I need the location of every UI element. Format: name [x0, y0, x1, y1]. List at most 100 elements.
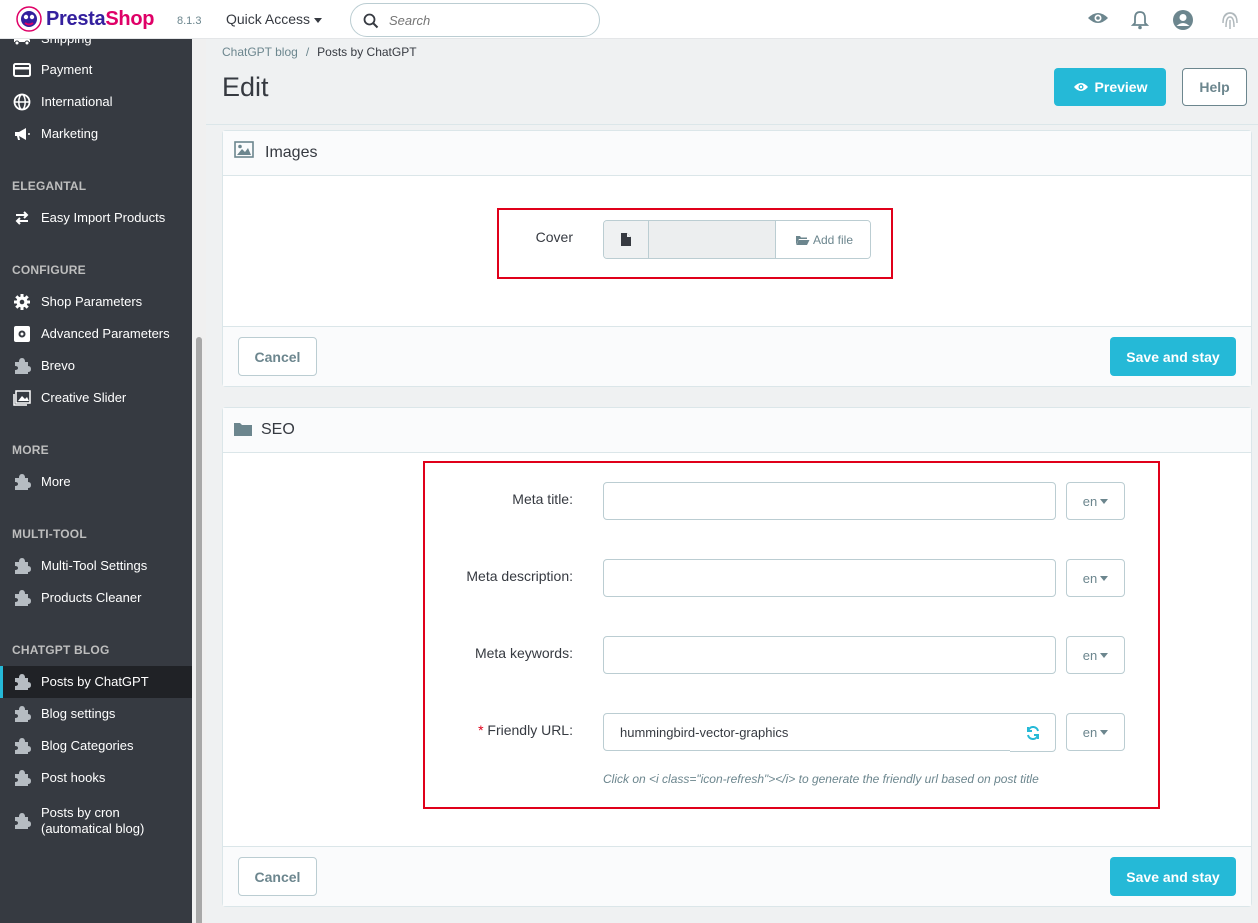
sidebar-item-payment[interactable]: Payment: [0, 54, 192, 86]
breadcrumb-current[interactable]: Posts by ChatGPT: [317, 45, 416, 59]
sidebar-item-creative-slider[interactable]: Creative Slider: [0, 382, 192, 414]
breadcrumb-separator: /: [305, 45, 310, 59]
cancel-button[interactable]: Cancel: [238, 857, 317, 896]
add-file-label: Add file: [812, 232, 854, 247]
sidebar-item-brevo[interactable]: Brevo: [0, 350, 192, 382]
header-divider: [206, 124, 1258, 125]
sidebar-item-shipping[interactable]: Shipping: [0, 39, 192, 55]
save-and-stay-button[interactable]: Save and stay: [1110, 857, 1236, 896]
cancel-button[interactable]: Cancel: [238, 337, 317, 376]
refresh-url-button[interactable]: [1010, 713, 1056, 752]
preview-button[interactable]: Preview: [1054, 68, 1166, 106]
prestashop-logo[interactable]: PrestaShop: [16, 6, 154, 32]
folder-icon: [234, 423, 252, 436]
sidebar-item-blog-categories[interactable]: Blog Categories: [0, 730, 192, 762]
prestashop-logo-icon: [16, 6, 42, 32]
settings-box-icon: [12, 324, 32, 344]
scrollbar-thumb[interactable]: [196, 337, 202, 923]
file-icon: [604, 221, 649, 258]
meta-title-input[interactable]: [603, 482, 1056, 520]
sidebar-item-multi-tool-settings[interactable]: Multi-Tool Settings: [0, 550, 192, 582]
quick-access-dropdown[interactable]: Quick Access: [226, 11, 323, 27]
sidebar-item-easy-import-products[interactable]: Easy Import Products: [0, 202, 192, 234]
add-file-button[interactable]: Add file: [776, 221, 870, 258]
sidebar-item-blog-settings[interactable]: Blog settings: [0, 698, 192, 730]
fingerprint-icon[interactable]: [1220, 9, 1240, 31]
puzzle-icon: [12, 768, 32, 788]
cover-file-input[interactable]: Add file: [603, 220, 871, 259]
sidebar-nav: Shipping Payment International Marketing…: [0, 39, 192, 923]
language-dropdown[interactable]: en: [1066, 713, 1125, 751]
sidebar-scrollbar[interactable]: [192, 39, 206, 923]
required-asterisk: *: [478, 722, 484, 738]
credit-card-icon: [12, 60, 32, 80]
sidebar-item-international[interactable]: International: [0, 86, 192, 118]
refresh-icon: [1026, 725, 1039, 740]
bell-icon[interactable]: [1131, 10, 1149, 30]
puzzle-icon: [12, 588, 32, 608]
images-panel-title: Images: [265, 144, 318, 161]
meta-title-label: Meta title:: [512, 491, 573, 507]
caret-down-icon: [1100, 575, 1109, 581]
image-icon: [234, 141, 254, 158]
sidebar-item-posts-by-chatgpt[interactable]: Posts by ChatGPT: [0, 666, 192, 698]
section-title-multi-tool: MULTI-TOOL: [12, 527, 87, 541]
sidebar-item-products-cleaner[interactable]: Products Cleaner: [0, 582, 192, 614]
seo-panel-title: SEO: [261, 421, 295, 438]
sidebar-item-advanced-parameters[interactable]: Advanced Parameters: [0, 318, 192, 350]
section-title-elegantal: ELEGANTAL: [12, 179, 87, 193]
images-panel-header: Images: [223, 131, 1251, 176]
eye-icon: [1073, 83, 1088, 91]
search-bar[interactable]: [350, 3, 600, 37]
sidebar-item-shop-parameters[interactable]: Shop Parameters: [0, 286, 192, 318]
cover-label: Cover: [535, 229, 573, 245]
caret-down-icon: [1100, 498, 1109, 504]
search-icon: [363, 13, 379, 29]
version-label: 8.1.3: [177, 15, 202, 27]
breadcrumb-link-chatgpt-blog[interactable]: ChatGPT blog: [222, 45, 298, 59]
quick-access-label: Quick Access: [226, 11, 311, 27]
meta-keywords-label: Meta keywords:: [474, 645, 573, 661]
meta-description-input[interactable]: [603, 559, 1056, 597]
puzzle-icon: [12, 704, 32, 724]
sidebar-item-post-hooks[interactable]: Post hooks: [0, 762, 192, 794]
sidebar-item-marketing[interactable]: Marketing: [0, 118, 192, 150]
preview-label: Preview: [1094, 79, 1148, 95]
file-name-field[interactable]: [649, 221, 776, 258]
folder-open-icon: [795, 235, 810, 245]
seo-panel-header: SEO: [223, 408, 1251, 453]
friendly-url-label: * Friendly URL:: [430, 722, 573, 738]
friendly-url-label-text: Friendly URL:: [487, 722, 573, 738]
sidebar-item-more[interactable]: More: [0, 466, 192, 498]
meta-description-label: Meta description:: [466, 568, 573, 584]
save-and-stay-button[interactable]: Save and stay: [1110, 337, 1236, 376]
image-icon: [12, 388, 32, 408]
sidebar-item-posts-by-cron[interactable]: Posts by cron (automatical blog): [0, 801, 192, 841]
language-code: en: [1082, 570, 1098, 586]
breadcrumb: ChatGPT blog / Posts by ChatGPT: [222, 45, 417, 59]
search-input[interactable]: [389, 10, 589, 30]
language-dropdown[interactable]: en: [1066, 636, 1125, 674]
user-account-icon[interactable]: [1172, 9, 1194, 31]
sidebar-item-label: Posts by cron (automatical blog): [41, 805, 144, 837]
section-title-configure: CONFIGURE: [12, 263, 86, 277]
label-line-2: (automatical blog): [41, 821, 145, 836]
puzzle-icon: [12, 811, 32, 831]
eye-icon[interactable]: [1087, 9, 1109, 27]
puzzle-icon: [12, 736, 32, 756]
language-code: en: [1082, 647, 1098, 663]
puzzle-icon: [12, 672, 32, 692]
language-dropdown[interactable]: en: [1066, 559, 1125, 597]
help-button[interactable]: Help: [1182, 68, 1247, 106]
language-dropdown[interactable]: en: [1066, 482, 1125, 520]
swap-icon: [12, 208, 32, 228]
caret-down-icon: [1100, 652, 1109, 658]
puzzle-icon: [12, 556, 32, 576]
meta-keywords-input[interactable]: [603, 636, 1056, 674]
label-line-1: Posts by cron: [41, 805, 120, 820]
section-title-chatgpt-blog: CHATGPT BLOG: [12, 643, 110, 657]
friendly-url-input[interactable]: [603, 713, 1011, 751]
language-code: en: [1082, 493, 1098, 509]
gear-icon: [12, 292, 32, 312]
chevron-down-icon: [314, 17, 323, 23]
